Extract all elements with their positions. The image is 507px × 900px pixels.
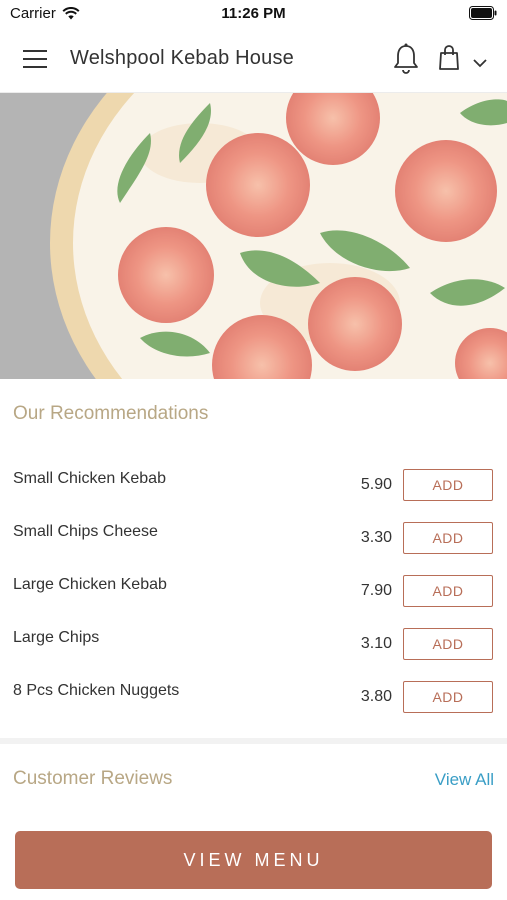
- item-price: 5.90: [360, 476, 392, 493]
- item-price: 3.10: [360, 635, 392, 652]
- app-header: Welshpool Kebab House: [0, 28, 507, 93]
- item-name: Large Chicken Kebab: [13, 576, 167, 593]
- bag-icon[interactable]: [438, 45, 460, 76]
- list-item: Large Chips 3.10 ADD: [0, 614, 507, 667]
- list-item: Large Chicken Kebab 7.90 ADD: [0, 561, 507, 614]
- recommendations-list: Small Chicken Kebab 5.90 ADD Small Chips…: [0, 455, 507, 720]
- item-name: Small Chicken Kebab: [13, 470, 166, 487]
- list-item: Small Chicken Kebab 5.90 ADD: [0, 455, 507, 508]
- menu-icon[interactable]: [22, 48, 48, 70]
- item-name: Small Chips Cheese: [13, 523, 158, 540]
- recommendations-title: Our Recommendations: [13, 403, 209, 424]
- add-button[interactable]: ADD: [403, 628, 493, 660]
- item-name: Large Chips: [13, 629, 100, 646]
- item-price: 3.30: [360, 529, 392, 546]
- list-item: Small Chips Cheese 3.30 ADD: [0, 508, 507, 561]
- chevron-down-icon[interactable]: [473, 55, 487, 73]
- view-all-link[interactable]: View All: [435, 770, 494, 790]
- add-button[interactable]: ADD: [403, 522, 493, 554]
- status-bar: Carrier 11:26 PM: [0, 0, 507, 28]
- add-button[interactable]: ADD: [403, 681, 493, 713]
- item-price: 7.90: [360, 582, 392, 599]
- battery-icon: [469, 6, 497, 24]
- section-divider: [0, 738, 507, 744]
- hero-pizza-image: [0, 93, 507, 379]
- app-title: Welshpool Kebab House: [70, 47, 294, 69]
- item-price: 3.80: [360, 688, 392, 705]
- view-menu-button[interactable]: VIEW MENU: [15, 831, 492, 889]
- add-button[interactable]: ADD: [403, 575, 493, 607]
- status-time: 11:26 PM: [221, 5, 286, 22]
- list-item: 8 Pcs Chicken Nuggets 3.80 ADD: [0, 667, 507, 720]
- item-name: 8 Pcs Chicken Nuggets: [13, 682, 180, 699]
- reviews-title: Customer Reviews: [13, 768, 173, 789]
- bell-icon[interactable]: [392, 43, 420, 80]
- add-button[interactable]: ADD: [403, 469, 493, 501]
